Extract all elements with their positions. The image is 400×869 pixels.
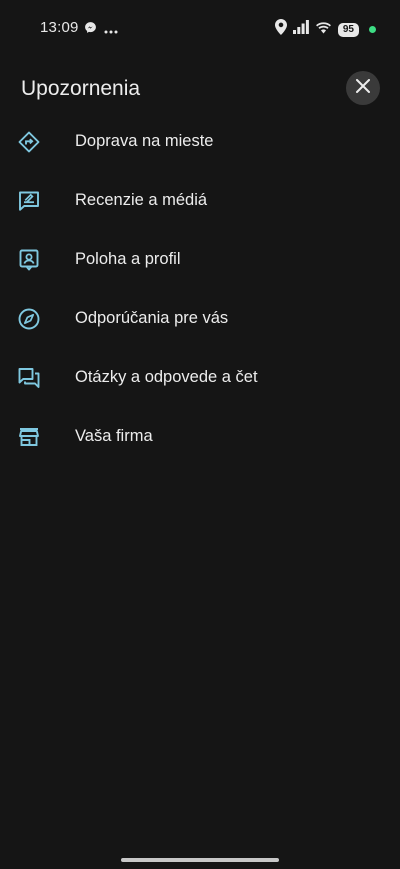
signal-icon (292, 20, 309, 39)
menu-item-label: Doprava na mieste (75, 132, 214, 150)
messenger-icon (84, 21, 97, 39)
menu-item-recommendations[interactable]: Odporúčania pre vás (0, 289, 400, 348)
status-time: 13:09 (40, 19, 79, 36)
close-icon (356, 78, 370, 98)
compass-icon (17, 307, 41, 331)
privacy-indicator-dot (369, 26, 376, 33)
review-icon (17, 189, 41, 213)
status-right-icons: 95 (274, 19, 376, 40)
menu-item-reviews-media[interactable]: Recenzie a médiá (0, 171, 400, 230)
menu-item-local-traffic[interactable]: Doprava na mieste (0, 112, 400, 171)
battery-indicator: 95 (337, 22, 359, 37)
location-icon (274, 19, 287, 40)
more-dots-icon (104, 21, 118, 39)
menu-item-label: Odporúčania pre vás (75, 309, 229, 327)
chat-icon (17, 366, 41, 390)
menu-item-label: Otázky a odpovede a čet (75, 368, 258, 386)
directions-icon (17, 130, 41, 154)
header: Upozornenia (0, 66, 400, 110)
home-indicator[interactable] (121, 858, 279, 862)
notification-settings-list: Doprava na mieste Recenzie a médiá Poloh… (0, 112, 400, 466)
menu-item-your-business[interactable]: Vaša firma (0, 407, 400, 466)
menu-item-qa-chat[interactable]: Otázky a odpovede a čet (0, 348, 400, 407)
page-title: Upozornenia (21, 77, 141, 100)
menu-item-label: Poloha a profil (75, 250, 181, 268)
close-button[interactable] (346, 71, 380, 105)
profile-location-icon (17, 248, 41, 272)
menu-item-location-profile[interactable]: Poloha a profil (0, 230, 400, 289)
menu-item-label: Recenzie a médiá (75, 191, 208, 209)
store-icon (17, 425, 41, 449)
wifi-icon (315, 21, 332, 39)
status-left-icons (84, 21, 118, 39)
status-bar: 13:09 95 (0, 0, 400, 56)
menu-item-label: Vaša firma (75, 427, 153, 445)
